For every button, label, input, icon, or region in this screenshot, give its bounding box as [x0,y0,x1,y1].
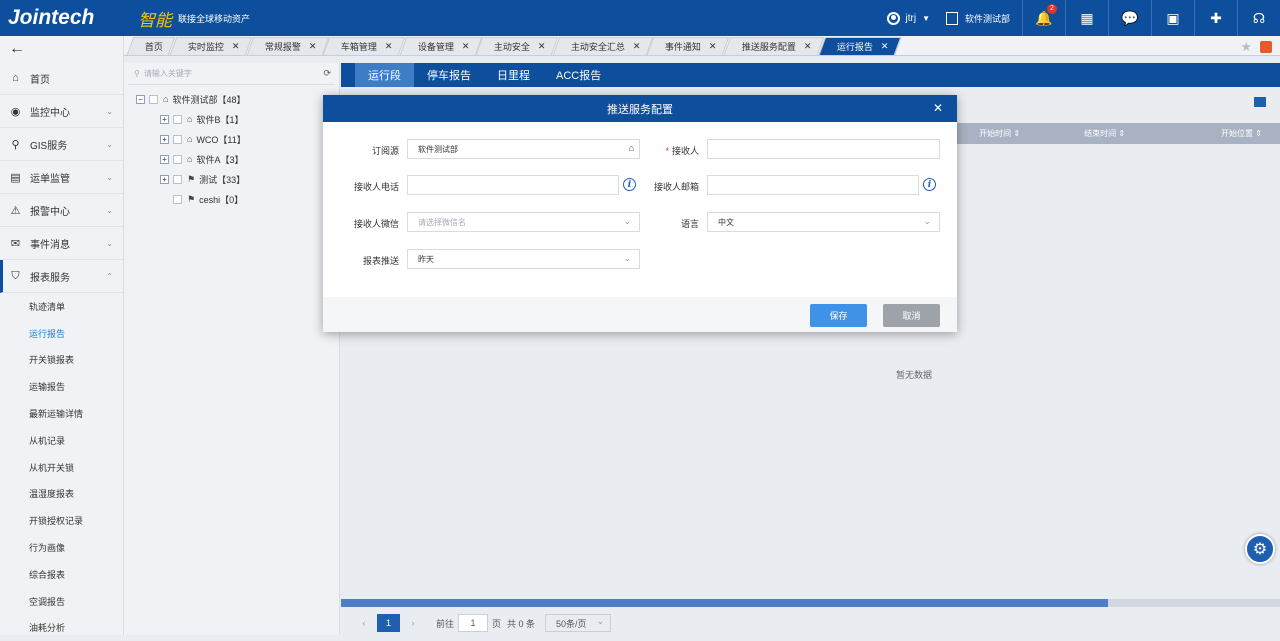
dialog-header: 推送服务配置 ✕ [323,95,957,122]
email-label: 接收人邮箱 [629,180,699,193]
language-select[interactable]: 中文 ⌄ [707,212,940,232]
modal-overlay: 推送服务配置 ✕ 订阅源 软件测试部 ⌂ *接收人 接收人电话 i 接收人邮箱 … [0,0,1280,635]
save-button[interactable]: 保存 [810,304,867,327]
required-mark: * [665,146,669,156]
receiver-label-text: 接收人 [672,146,699,156]
dialog-footer: 保存 取消 [323,297,957,332]
push-label: 报表推送 [329,254,399,267]
phone-label: 接收人电话 [329,180,399,193]
push-value: 昨天 [418,254,434,265]
chevron-down-icon: ⌄ [923,216,931,227]
chevron-down-icon: ⌄ [623,253,631,264]
lang-label: 语言 [629,217,699,230]
source-label: 订阅源 [329,144,399,157]
dialog-title: 推送服务配置 [607,101,673,117]
wechat-select[interactable]: 请选择微信名 ⌄ [407,212,640,232]
info-icon[interactable]: i [923,178,936,191]
receiver-input[interactable] [707,139,940,159]
receiver-label: *接收人 [629,144,699,157]
dialog-body: 订阅源 软件测试部 ⌂ *接收人 接收人电话 i 接收人邮箱 i 接收人微信 请… [323,122,957,297]
cancel-button[interactable]: 取消 [883,304,940,327]
close-icon[interactable]: ✕ [933,101,943,115]
push-config-dialog: 推送服务配置 ✕ 订阅源 软件测试部 ⌂ *接收人 接收人电话 i 接收人邮箱 … [323,95,957,332]
push-select[interactable]: 昨天 ⌄ [407,249,640,269]
phone-input[interactable] [407,175,619,195]
source-field[interactable]: 软件测试部 ⌂ [407,139,640,159]
wechat-label: 接收人微信 [329,217,399,230]
language-value: 中文 [718,217,734,228]
wechat-placeholder: 请选择微信名 [418,217,466,228]
email-input[interactable] [707,175,919,195]
source-value: 软件测试部 [418,144,458,155]
